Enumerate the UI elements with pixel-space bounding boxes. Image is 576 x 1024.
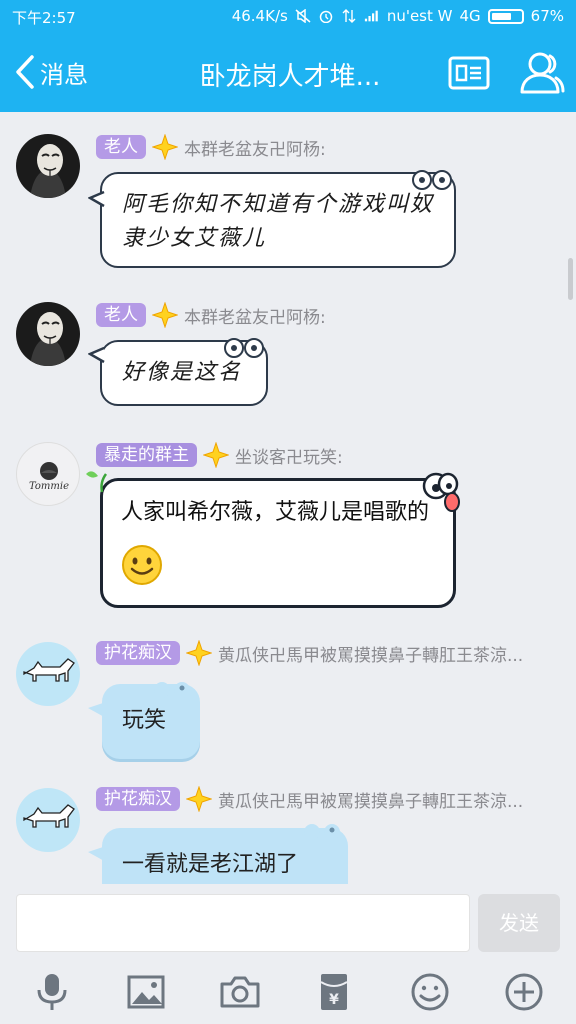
sparkle-star-icon xyxy=(152,302,178,328)
red-packet-icon[interactable]: ¥ xyxy=(312,970,356,1014)
message-text: 阿毛你知不知道有个游戏叫奴隶少女艾薇儿 xyxy=(122,192,435,251)
camera-icon[interactable] xyxy=(218,970,262,1014)
message-text: 一看就是老江湖了 xyxy=(122,852,299,877)
status-bar: 下午2:57 46.4K/s nu'est W 4G 67% xyxy=(0,0,576,34)
member-title-badge: 老人 xyxy=(96,303,146,327)
message-bubble[interactable]: 阿毛你知不知道有个游戏叫奴隶少女艾薇儿 xyxy=(100,172,456,268)
message-text: 好像是这名 xyxy=(122,360,243,385)
avatar-cat-sketch[interactable] xyxy=(16,788,80,852)
avatar-cat-sketch[interactable] xyxy=(16,642,80,706)
sender-nickname: 坐谈客卍玩笑: xyxy=(235,447,343,468)
red-packet-symbol: ¥ xyxy=(329,992,339,1008)
avatar-anonymous-mask[interactable] xyxy=(16,134,80,198)
message-bubble[interactable]: 人家叫希尔薇，艾薇儿是唱歌的 xyxy=(100,478,456,608)
emoji-icon[interactable] xyxy=(408,970,452,1014)
chat-list[interactable]: 老人 本群老盆友卍阿杨: 阿毛你知不知道有个游戏叫奴隶少女艾薇儿 老人 本群老盆… xyxy=(0,112,576,884)
battery-icon xyxy=(487,8,524,24)
member-title-badge: 护花痴汉 xyxy=(96,787,180,811)
input-toolbar: ¥ xyxy=(0,960,576,1024)
sender-nickname: 本群老盆友卍阿杨: xyxy=(184,307,326,328)
sender-nickname: 黄瓜侠卍馬甲被罵摸摸鼻子轉肛王茶涼... xyxy=(218,791,524,812)
smile-emoji-icon xyxy=(122,545,162,585)
plus-icon[interactable] xyxy=(502,970,546,1014)
send-button[interactable]: 发送 xyxy=(478,894,560,952)
message-bubble[interactable]: 一看就是老江湖了 xyxy=(102,828,348,884)
group-members-icon[interactable] xyxy=(518,50,566,94)
image-icon[interactable] xyxy=(124,970,168,1014)
sender-nickname: 本群老盆友卍阿杨: xyxy=(184,139,326,160)
back-button[interactable]: 消息 xyxy=(14,54,88,90)
input-bar: 发送 xyxy=(0,884,576,960)
member-title-badge: 护花痴汉 xyxy=(96,641,180,665)
chat-title: 卧龙岗人才堆... xyxy=(199,62,381,92)
carrier-name: nu'est W xyxy=(386,7,453,25)
back-label: 消息 xyxy=(40,60,88,89)
message-text: 人家叫希尔薇，艾薇儿是唱歌的 xyxy=(103,481,453,597)
sparkle-star-icon xyxy=(186,786,212,812)
message-bubble[interactable]: 好像是这名 xyxy=(100,340,268,406)
message-bubble[interactable]: 玩笑 xyxy=(102,684,200,762)
alarm-icon xyxy=(319,10,333,23)
avatar-label: Tommie xyxy=(29,481,69,492)
member-title-badge: 老人 xyxy=(96,135,146,159)
network-type: 4G xyxy=(459,7,481,25)
sparkle-star-icon xyxy=(152,134,178,160)
id-card-icon[interactable] xyxy=(448,56,490,90)
sender-nickname: 黄瓜侠卍馬甲被罵摸摸鼻子轉肛王茶涼... xyxy=(218,645,524,666)
status-time: 下午2:57 xyxy=(12,9,76,27)
nav-bar: 消息 卧龙岗人才堆... xyxy=(0,34,576,112)
signal-icon xyxy=(364,10,378,22)
mute-icon xyxy=(295,9,311,23)
message-text: 玩笑 xyxy=(122,708,167,733)
message-input[interactable] xyxy=(16,894,470,952)
battery-percent: 67% xyxy=(530,7,564,25)
sparkle-star-icon xyxy=(186,640,212,666)
microphone-icon[interactable] xyxy=(30,970,74,1014)
data-transfer-icon xyxy=(342,9,356,23)
sparkle-star-icon xyxy=(203,442,229,468)
scrollbar[interactable] xyxy=(568,258,573,300)
avatar-anonymous-mask[interactable] xyxy=(16,302,80,366)
avatar-tommie[interactable]: Tommie xyxy=(16,442,80,506)
chevron-left-icon xyxy=(16,55,34,89)
network-speed: 46.4K/s xyxy=(231,7,288,25)
